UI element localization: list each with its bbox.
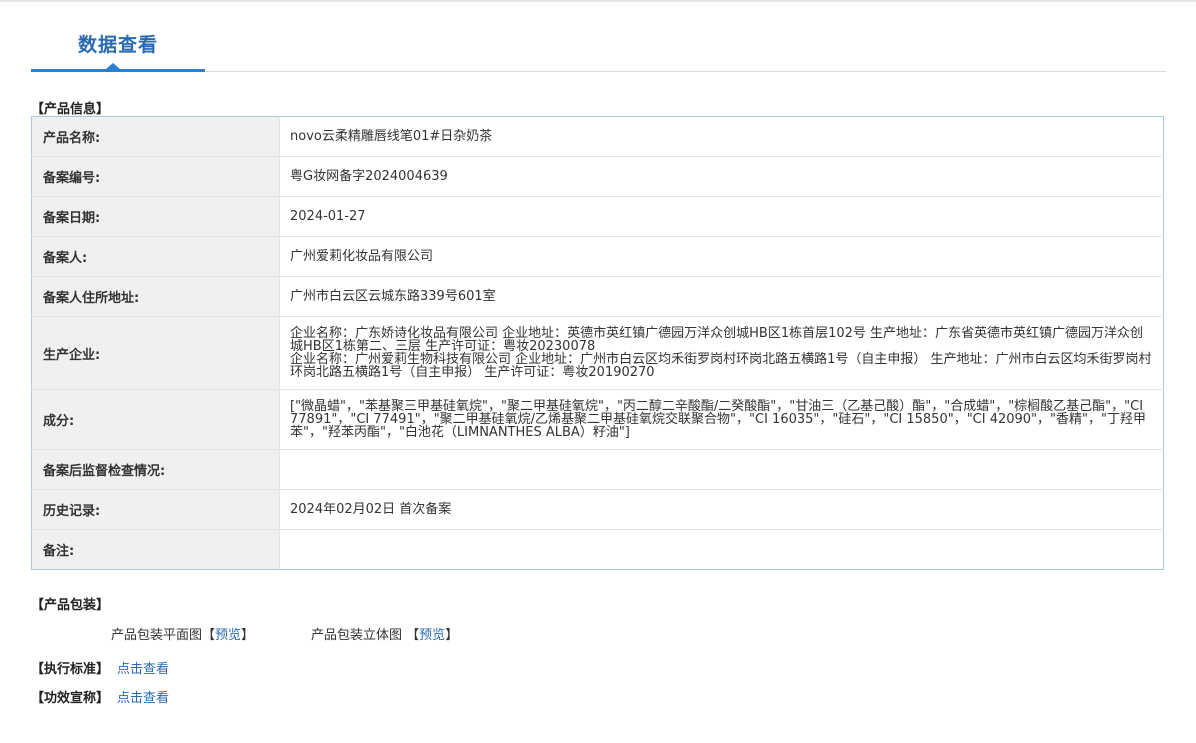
row-value: 企业名称：广东娇诗化妆品有限公司 企业地址：英德市英红镇广德园万洋众创城HB区1… xyxy=(279,316,1164,390)
row-label: 备案人住所地址: xyxy=(31,276,280,317)
efficacy-row: 【功效宣称】 点击查看 xyxy=(31,687,169,706)
row-value xyxy=(280,530,1164,570)
standard-view-link[interactable]: 点击查看 xyxy=(117,662,169,677)
tab-active-indicator xyxy=(31,69,205,72)
packaging-solid: 产品包装立体图 【预览】 xyxy=(311,628,459,643)
row-value: 粤G妆网备字2024004639 xyxy=(279,156,1164,197)
section-title-packaging: 【产品包装】 xyxy=(31,598,110,613)
row-label: 备案后监督检查情况: xyxy=(31,449,280,490)
row-label: 备案人: xyxy=(31,236,280,277)
section-title-efficacy: 【功效宣称】 xyxy=(31,691,110,706)
section-title-product-info: 【产品信息】 xyxy=(31,102,110,117)
table-row: 生产企业: 企业名称：广东娇诗化妆品有限公司 企业地址：英德市英红镇广德园万洋众… xyxy=(31,316,1164,390)
table-row: 成分: ["微晶蜡"，"苯基聚三甲基硅氧烷"，"聚二甲基硅氧烷"，"丙二醇二辛酸… xyxy=(31,389,1164,450)
packaging-flat: 产品包装平面图【预览】 xyxy=(111,628,255,643)
ingredients-text: ["微晶蜡"，"苯基聚三甲基硅氧烷"，"聚二甲基硅氧烷"，"丙二醇二辛酸酯/二癸… xyxy=(290,399,1147,440)
row-value: 2024年02月02日 首次备案 xyxy=(279,489,1164,530)
row-label: 备案日期: xyxy=(31,196,280,237)
standard-row: 【执行标准】 点击查看 xyxy=(31,658,169,677)
row-value: 广州爱莉化妆品有限公司 xyxy=(279,236,1164,277)
row-label: 产品名称: xyxy=(31,116,280,157)
row-label: 生产企业: xyxy=(31,316,280,390)
caret-up-icon xyxy=(106,63,120,69)
tab-label: 数据查看 xyxy=(77,34,158,56)
tab-bar: 数据查看 xyxy=(31,0,1166,72)
table-row: 产品名称: novo云柔精雕唇线笔01#日杂奶茶 xyxy=(31,116,1164,157)
table-row: 历史记录: 2024年02月02日 首次备案 xyxy=(31,489,1164,530)
tab-data-view[interactable]: 数据查看 xyxy=(31,0,205,72)
table-row: 备案人住所地址: 广州市白云区云城东路339号601室 xyxy=(31,276,1164,317)
efficacy-view-link[interactable]: 点击查看 xyxy=(117,691,169,706)
product-info-table: 产品名称: novo云柔精雕唇线笔01#日杂奶茶 备案编号: 粤G妆网备字202… xyxy=(31,116,1164,570)
manufacturer-2: 企业名称：广州爱莉生物科技有限公司 企业地址：广州市白云区均禾街罗岗村环岗北路五… xyxy=(290,352,1152,380)
row-value: 2024-01-27 xyxy=(279,196,1164,237)
manufacturer-1: 企业名称：广东娇诗化妆品有限公司 企业地址：英德市英红镇广德园万洋众创城HB区1… xyxy=(290,326,1144,354)
section-title-standard: 【执行标准】 xyxy=(31,662,110,677)
packaging-solid-label: 产品包装立体图 xyxy=(311,628,403,643)
table-row: 备案编号: 粤G妆网备字2024004639 xyxy=(31,156,1164,197)
packaging-flat-label: 产品包装平面图 xyxy=(111,628,203,643)
row-label: 备案编号: xyxy=(31,156,280,197)
packaging-flat-preview-link[interactable]: 预览 xyxy=(215,628,241,643)
row-value: 广州市白云区云城东路339号601室 xyxy=(279,276,1164,317)
table-row: 备注: xyxy=(31,529,1164,570)
row-value xyxy=(279,449,1164,490)
row-label: 历史记录: xyxy=(31,489,280,530)
packaging-solid-preview-link[interactable]: 预览 xyxy=(419,628,445,643)
table-row: 备案人: 广州爱莉化妆品有限公司 xyxy=(31,236,1164,277)
row-label: 成分: xyxy=(31,389,280,450)
row-value: ["微晶蜡"，"苯基聚三甲基硅氧烷"，"聚二甲基硅氧烷"，"丙二醇二辛酸酯/二癸… xyxy=(279,389,1164,450)
row-label: 备注: xyxy=(31,529,280,570)
table-row: 备案后监督检查情况: xyxy=(31,449,1164,490)
row-value: novo云柔精雕唇线笔01#日杂奶茶 xyxy=(279,116,1164,157)
table-row: 备案日期: 2024-01-27 xyxy=(31,196,1164,237)
